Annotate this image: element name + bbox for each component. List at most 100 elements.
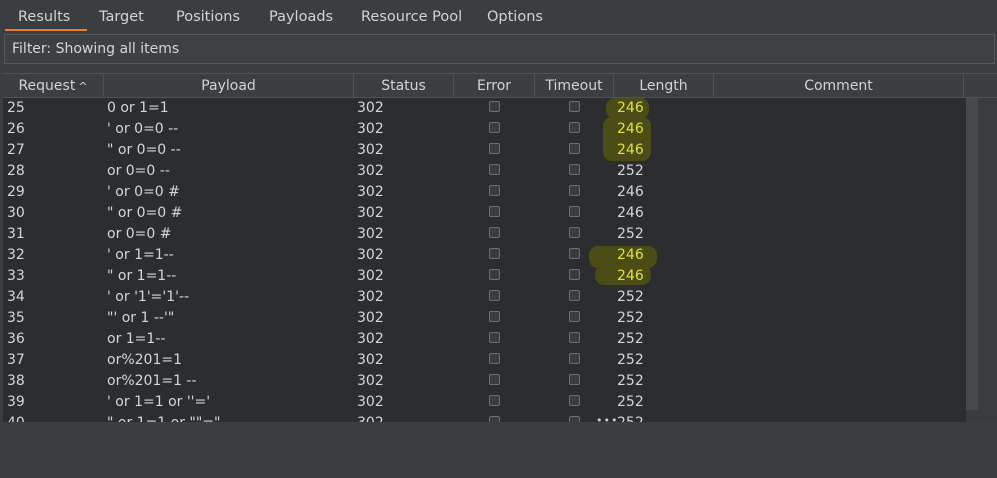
timeout-checkbox[interactable]: [569, 353, 580, 364]
table-row[interactable]: 29 ' or 0=0 # 302 246: [3, 182, 963, 203]
cell-request: 39: [7, 394, 25, 410]
cell-length: 252: [617, 226, 644, 242]
cell-request: 26: [7, 121, 25, 137]
error-checkbox[interactable]: [489, 395, 500, 406]
error-checkbox[interactable]: [489, 164, 500, 175]
cell-payload: ' or '1'='1'--: [107, 289, 190, 305]
timeout-checkbox[interactable]: [569, 290, 580, 301]
cell-payload: or 0=0 #: [107, 226, 172, 242]
cell-status: 302: [357, 184, 384, 200]
timeout-checkbox[interactable]: [569, 374, 580, 385]
bottom-panel: •••: [0, 414, 997, 478]
tab-positions[interactable]: Positions: [176, 0, 240, 32]
table-row[interactable]: 35 "' or 1 --'" 302 252: [3, 308, 963, 329]
cell-length: 252: [617, 331, 644, 347]
cell-status: 302: [357, 331, 384, 347]
cell-status: 302: [357, 310, 384, 326]
table-row[interactable]: 27 " or 0=0 -- 302 246: [3, 140, 963, 161]
cell-request: 33: [7, 268, 25, 284]
column-header-error[interactable]: Error: [454, 74, 535, 98]
timeout-checkbox[interactable]: [569, 395, 580, 406]
cell-length: 252: [617, 289, 644, 305]
scrollbar-thumb[interactable]: [966, 98, 978, 410]
cell-length: 246: [617, 268, 644, 284]
tab-resource-pool[interactable]: Resource Pool: [361, 0, 462, 32]
cell-status: 302: [357, 100, 384, 116]
cell-length: 252: [617, 413, 644, 422]
error-checkbox[interactable]: [489, 143, 500, 154]
table-row[interactable]: 34 ' or '1'='1'-- 302 252: [3, 287, 963, 308]
cell-length: 246: [617, 142, 644, 158]
cell-request: 40: [7, 413, 25, 422]
error-checkbox[interactable]: [489, 101, 500, 112]
column-header-length[interactable]: Length: [614, 74, 714, 98]
timeout-checkbox[interactable]: [569, 311, 580, 322]
error-checkbox[interactable]: [489, 206, 500, 217]
cell-length: 246: [617, 100, 644, 116]
cell-length: 252: [617, 373, 644, 389]
error-checkbox[interactable]: [489, 332, 500, 343]
table-row[interactable]: 32 ' or 1=1-- 302 246: [3, 245, 963, 266]
column-header-payload[interactable]: Payload: [104, 74, 354, 98]
timeout-checkbox[interactable]: [569, 164, 580, 175]
cell-length: 252: [617, 394, 644, 410]
error-checkbox[interactable]: [489, 122, 500, 133]
cell-status: 302: [357, 413, 384, 422]
tab-results[interactable]: Results: [4, 0, 88, 32]
error-checkbox[interactable]: [489, 248, 500, 259]
timeout-checkbox[interactable]: [569, 269, 580, 280]
cell-request: 27: [7, 142, 25, 158]
column-header-request[interactable]: Request ^: [3, 74, 104, 98]
table-row[interactable]: 25 0 or 1=1 302 246: [3, 98, 963, 119]
table-row[interactable]: 26 ' or 0=0 -- 302 246: [3, 119, 963, 140]
timeout-checkbox[interactable]: [569, 248, 580, 259]
cell-status: 302: [357, 163, 384, 179]
cell-payload: or 1=1--: [107, 331, 166, 347]
tab-options[interactable]: Options: [487, 0, 543, 32]
table-row[interactable]: 40 " or 1=1 or ""=" 302 252: [3, 413, 963, 422]
error-checkbox[interactable]: [489, 353, 500, 364]
resize-handle-icon[interactable]: •••: [596, 414, 618, 428]
column-header-comment[interactable]: Comment: [714, 74, 964, 98]
cell-payload: " or 1=1 or ""=": [107, 413, 220, 422]
filter-bar[interactable]: Filter: Showing all items: [4, 34, 995, 64]
table-row[interactable]: 28 or 0=0 -- 302 252: [3, 161, 963, 182]
cell-length: 246: [617, 247, 644, 263]
vertical-scrollbar[interactable]: [966, 98, 997, 422]
error-checkbox[interactable]: [489, 269, 500, 280]
table-row[interactable]: 37 or%201=1 302 252: [3, 350, 963, 371]
cell-status: 302: [357, 205, 384, 221]
cell-status: 302: [357, 373, 384, 389]
error-checkbox[interactable]: [489, 290, 500, 301]
timeout-checkbox[interactable]: [569, 206, 580, 217]
cell-status: 302: [357, 352, 384, 368]
tab-target[interactable]: Target: [99, 0, 144, 32]
timeout-checkbox[interactable]: [569, 227, 580, 238]
timeout-checkbox[interactable]: [569, 143, 580, 154]
error-checkbox[interactable]: [489, 374, 500, 385]
table-row[interactable]: 31 or 0=0 # 302 252: [3, 224, 963, 245]
cell-status: 302: [357, 289, 384, 305]
error-checkbox[interactable]: [489, 311, 500, 322]
error-checkbox[interactable]: [489, 185, 500, 196]
table-row[interactable]: 36 or 1=1-- 302 252: [3, 329, 963, 350]
table-row[interactable]: 33 " or 1=1-- 302 246: [3, 266, 963, 287]
cell-request: 37: [7, 352, 25, 368]
table-row[interactable]: 30 " or 0=0 # 302 246: [3, 203, 963, 224]
timeout-checkbox[interactable]: [569, 101, 580, 112]
cell-payload: " or 1=1--: [107, 268, 177, 284]
cell-request: 34: [7, 289, 25, 305]
error-checkbox[interactable]: [489, 227, 500, 238]
timeout-checkbox[interactable]: [569, 122, 580, 133]
table-row[interactable]: 39 ' or 1=1 or ''=' 302 252: [3, 392, 963, 413]
table-row[interactable]: 38 or%201=1 -- 302 252: [3, 371, 963, 392]
timeout-checkbox[interactable]: [569, 185, 580, 196]
cell-length: 252: [617, 163, 644, 179]
cell-request: 31: [7, 226, 25, 242]
column-header-status[interactable]: Status: [354, 74, 454, 98]
column-header-timeout[interactable]: Timeout: [535, 74, 614, 98]
column-label-request: Request: [18, 78, 76, 94]
timeout-checkbox[interactable]: [569, 332, 580, 343]
cell-request: 35: [7, 310, 25, 326]
tab-payloads[interactable]: Payloads: [269, 0, 333, 32]
